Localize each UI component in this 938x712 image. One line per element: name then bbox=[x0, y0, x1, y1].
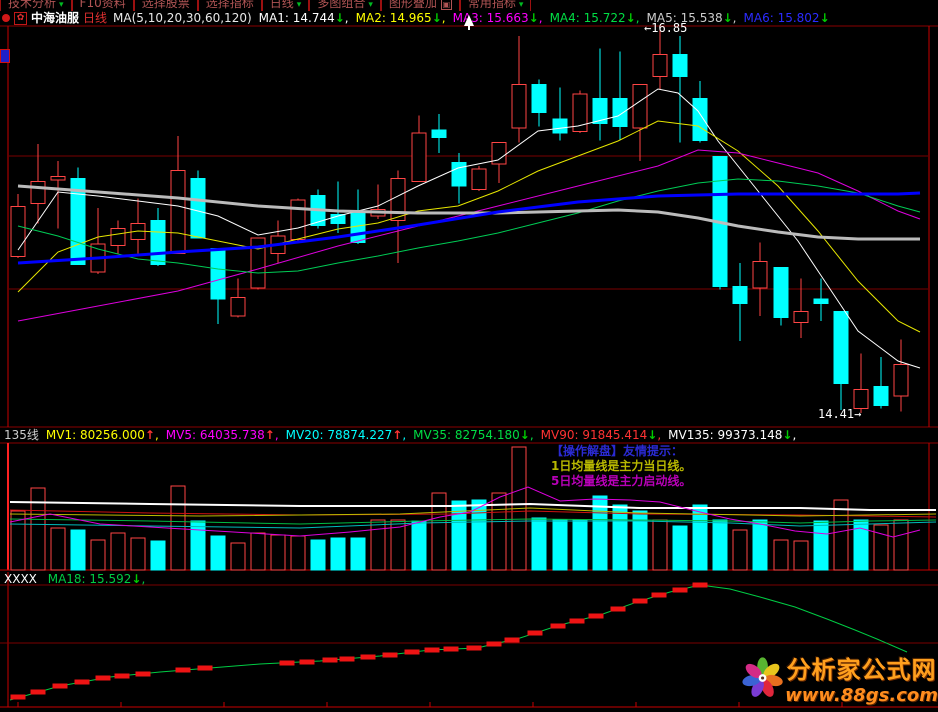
down-arrow-icon: ↓ bbox=[520, 428, 530, 442]
down-arrow-icon: ↓ bbox=[626, 11, 636, 25]
up-arrow-icon: ↑ bbox=[265, 428, 275, 442]
chart-canvas[interactable] bbox=[0, 0, 938, 712]
volume-indicator-name: 135线 bbox=[4, 428, 39, 442]
down-arrow-icon: ↓ bbox=[131, 572, 141, 586]
menu-item-daily[interactable]: 日线▾ bbox=[262, 0, 310, 11]
caret-down-icon: ▾ bbox=[368, 0, 373, 10]
overlay-icon: ▣ bbox=[441, 0, 452, 10]
caret-down-icon: ▾ bbox=[297, 0, 302, 10]
tip-line: 5日均量线是主力启动线。 bbox=[551, 474, 691, 489]
flower-logo-icon bbox=[742, 649, 783, 707]
site-watermark: 分析家公式网 www.88gs.com bbox=[742, 648, 938, 708]
down-arrow-icon: ↓ bbox=[820, 11, 830, 25]
high-price-label: ←16.85 bbox=[644, 21, 687, 35]
mv135-value: MV135: 99373.148↓, bbox=[668, 428, 796, 442]
site-name: 分析家公式网 bbox=[787, 650, 937, 685]
period-label[interactable]: 日线 bbox=[83, 11, 107, 25]
down-arrow-icon: ↓ bbox=[782, 428, 792, 442]
menu-item-f10[interactable]: F10资料 bbox=[72, 0, 134, 11]
mv20-value: MV20: 78874.227↑, bbox=[286, 428, 407, 442]
app-flower-icon: ✿ bbox=[14, 12, 27, 25]
ma6-value: MA6: 15.802↓ bbox=[744, 11, 830, 25]
menu-item-overlay[interactable]: 图形叠加▣ bbox=[381, 0, 460, 11]
down-arrow-icon: ↓ bbox=[723, 11, 733, 25]
menu-item-select-indicator[interactable]: 选择指标 bbox=[198, 0, 262, 11]
menu-item-common-indicators[interactable]: 常用指标▾ bbox=[460, 0, 532, 11]
mv35-value: MV35: 82754.180↓, bbox=[413, 428, 534, 442]
up-arrow-icon: ↑ bbox=[392, 428, 402, 442]
site-url: www.88gs.com bbox=[785, 685, 938, 706]
down-arrow-icon: ↓ bbox=[647, 428, 657, 442]
low-price-label: 14.41→ bbox=[818, 407, 861, 421]
stock-name: 中海油服 bbox=[31, 11, 79, 25]
up-arrow-icon: ↑ bbox=[145, 428, 155, 442]
ma-group-label: MA(5,10,20,30,60,120) bbox=[113, 11, 252, 25]
menu-bar: 技术分析▾F10资料选择股票选择指标日线▾多图组合▾图形叠加▣常用指标▾ bbox=[0, 0, 938, 11]
mouse-cursor-icon bbox=[464, 15, 474, 26]
ma18-value: MA18: 15.592↓, bbox=[48, 572, 146, 586]
mv1-value: MV1: 80256.000↑, bbox=[46, 428, 159, 442]
ma4-value: MA4: 15.722↓, bbox=[550, 11, 640, 25]
indicator-name: XXXX bbox=[4, 572, 37, 586]
tip-line: 【操作解盘】友情提示： bbox=[551, 444, 691, 459]
tip-line: 1日均量线是主力当日线。 bbox=[551, 459, 691, 474]
down-arrow-icon: ↓ bbox=[335, 11, 345, 25]
volume-panel-header: 135线 MV1: 80256.000↑, MV5: 64035.738↑, MV20… bbox=[0, 428, 938, 443]
ma2-value: MA2: 14.965↓, bbox=[356, 11, 446, 25]
caret-down-icon: ▾ bbox=[59, 0, 64, 10]
menu-item-tech-analysis[interactable]: 技术分析▾ bbox=[0, 0, 72, 11]
mv5-value: MV5: 64035.738↑, bbox=[166, 428, 279, 442]
mv90-value: MV90: 91845.414↓, bbox=[541, 428, 662, 442]
ma1-value: MA1: 14.744↓, bbox=[259, 11, 349, 25]
caret-down-icon: ▾ bbox=[519, 0, 524, 10]
menu-item-multi-chart[interactable]: 多图组合▾ bbox=[309, 0, 381, 11]
down-arrow-icon: ↓ bbox=[432, 11, 442, 25]
left-edge-marker bbox=[0, 49, 10, 63]
down-arrow-icon: ↓ bbox=[529, 11, 539, 25]
record-dot-icon bbox=[2, 14, 10, 22]
trading-app-window: { "colors":{"up":"#ff4545","down":"#00ff… bbox=[0, 0, 938, 712]
menu-item-select-stock[interactable]: 选择股票 bbox=[134, 0, 198, 11]
indicator-panel-header: XXXX MA18: 15.592↓, bbox=[0, 572, 938, 586]
advisory-tips: 【操作解盘】友情提示： 1日均量线是主力当日线。 5日均量线是主力启动线。 bbox=[551, 444, 691, 489]
